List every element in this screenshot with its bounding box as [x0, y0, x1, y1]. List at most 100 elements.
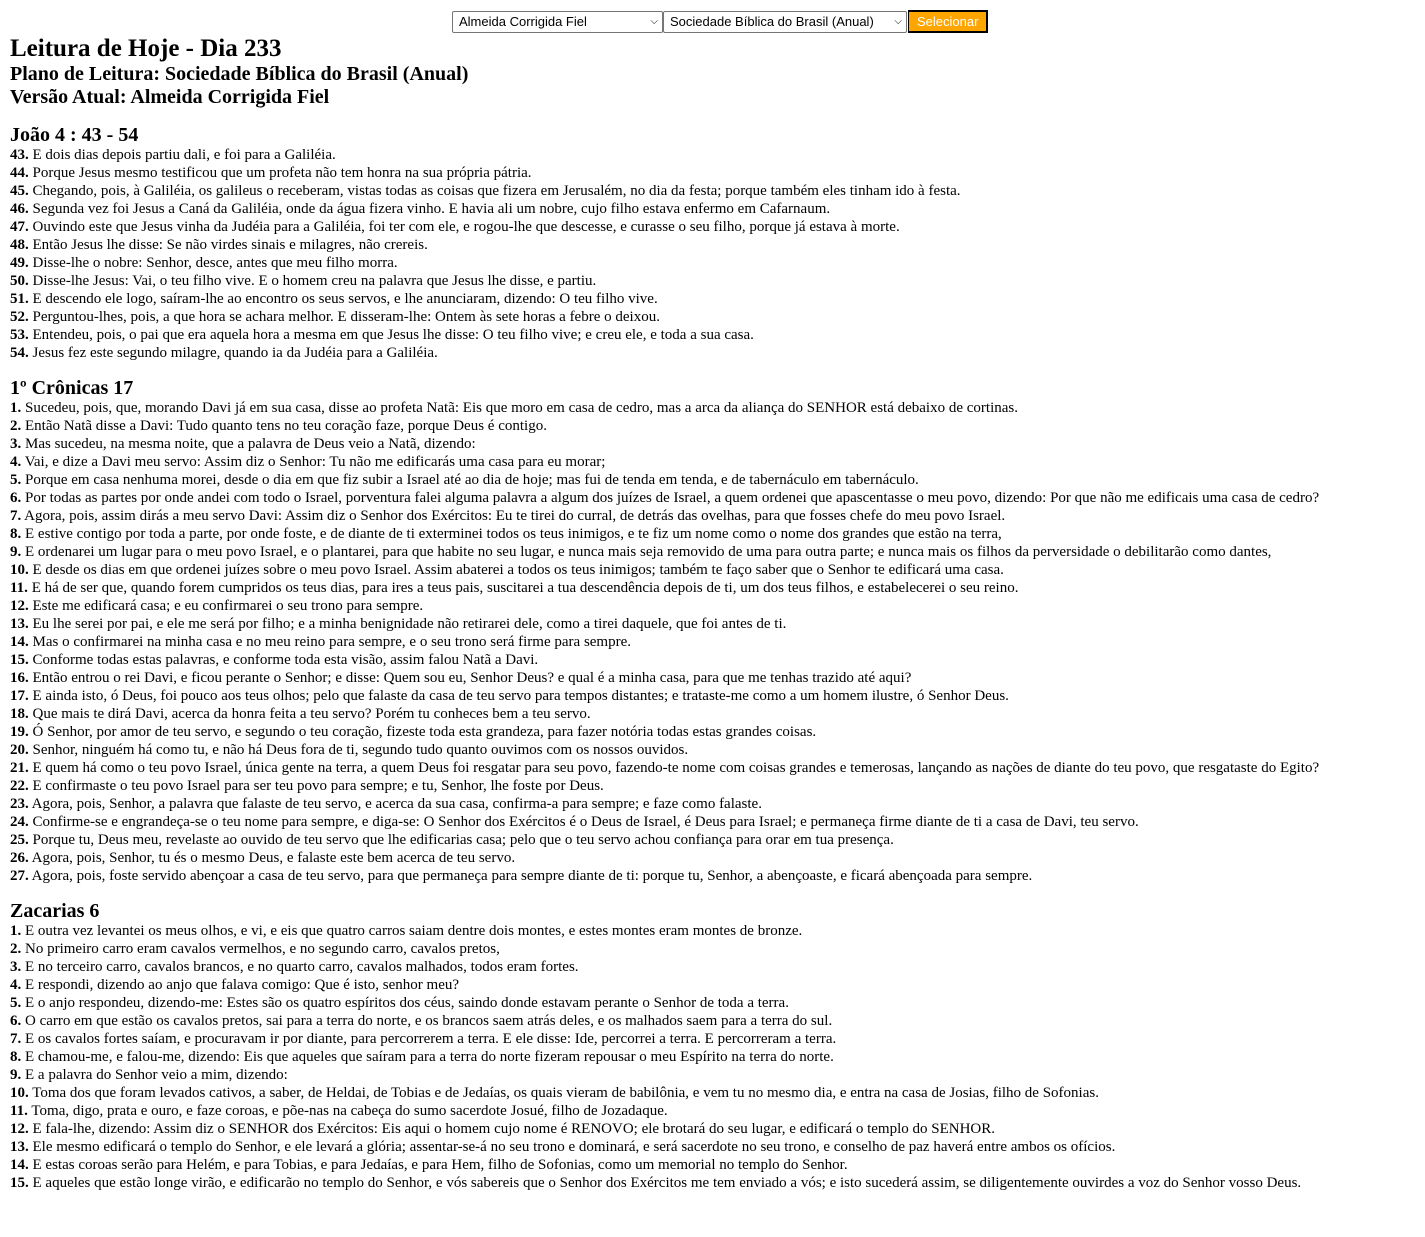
verse-text: E os cavalos fortes saíam, e procuravam …: [21, 1031, 837, 1047]
verse-text: Então Jesus lhe disse: Se não virdes sin…: [28, 237, 428, 253]
verse-text: Ó Senhor, por amor de teu servo, e segun…: [28, 724, 817, 740]
verse-line: 7. Agora, pois, assim dirás a meu servo …: [10, 507, 1420, 525]
verse-line: 18. Que mais te dirá Davi, acerca da hon…: [10, 705, 1420, 723]
verse-text: Então Natã disse a Davi: Tudo quanto ten…: [21, 418, 547, 434]
verse-number: 43.: [10, 147, 29, 163]
verse-text: E fala-lhe, dizendo: Assim diz o SENHOR …: [28, 1121, 996, 1137]
verse-text: E o anjo respondeu, dizendo-me: Estes sã…: [21, 995, 789, 1011]
verse-number: 7.: [10, 1031, 22, 1047]
verse-number: 10.: [10, 562, 29, 578]
verse-line: 51. E descendo ele logo, saíram-lhe ao e…: [10, 290, 1420, 308]
verse-number: 53.: [10, 327, 29, 343]
verse-number: 48.: [10, 237, 29, 253]
reading-plan-label: Plano de Leitura: Sociedade Bíblica do B…: [10, 63, 469, 85]
verse-text: Então entrou o rei Davi, e ficou perante…: [28, 670, 912, 686]
verse-text: Segunda vez foi Jesus a Caná da Galiléia…: [28, 201, 831, 217]
verse-number: 21.: [10, 760, 29, 776]
verse-text: Senhor, ninguém há como tu, e não há Deu…: [28, 742, 689, 758]
plan-select-value: Sociedade Bíblica do Brasil (Anual): [670, 14, 874, 29]
verse-number: 12.: [10, 598, 29, 614]
select-button[interactable]: Selecionar: [908, 10, 989, 33]
verse-number: 26.: [10, 850, 29, 866]
verse-line: 47. Ouvindo este que Jesus vinha da Judé…: [10, 218, 1420, 236]
verse-text: Vai, e dize a Davi meu servo: Assim diz …: [21, 454, 606, 470]
verse-text: Que mais te dirá Davi, acerca da honra f…: [28, 706, 591, 722]
verse-text: Por todas as partes por onde andei com t…: [21, 490, 1320, 506]
reading-title: Zacarias 6: [10, 900, 100, 922]
reading-title: João 4 : 43 - 54: [10, 124, 139, 146]
verse-text: Ouvindo este que Jesus vinha da Judéia p…: [28, 219, 900, 235]
verse-text: Toma dos que foram levados cativos, a sa…: [28, 1085, 1099, 1101]
verse-number: 1.: [10, 923, 22, 939]
verse-text: E quem há como o teu povo Israel, única …: [28, 760, 1320, 776]
verse-text: Entendeu, pois, o pai que era aquela hor…: [28, 327, 754, 343]
verse-text: E dois dias depois partiu dali, e foi pa…: [28, 147, 336, 163]
verse-text: Perguntou-lhes, pois, a que hora se acha…: [28, 309, 660, 325]
verse-line: 8. E chamou-me, e falou-me, dizendo: Eis…: [10, 1048, 1420, 1066]
verse-number: 8.: [10, 526, 22, 542]
verse-line: 15. E aqueles que estão longe virão, e e…: [10, 1174, 1420, 1192]
verse-text: E estas coroas serão para Helém, e para …: [28, 1157, 848, 1173]
verse-number: 45.: [10, 183, 29, 199]
verse-line: 54. Jesus fez este segundo milagre, quan…: [10, 344, 1420, 362]
verse-text: Porque Jesus mesmo testificou que um pro…: [28, 165, 532, 181]
verse-number: 18.: [10, 706, 29, 722]
verse-number: 17.: [10, 688, 29, 704]
verse-line: 25. Porque tu, Deus meu, revelaste ao ou…: [10, 831, 1420, 849]
verse-line: 8. E estive contigo por toda a parte, po…: [10, 525, 1420, 543]
verse-number: 14.: [10, 1157, 29, 1173]
verse-line: 45. Chegando, pois, à Galiléia, os galil…: [10, 182, 1420, 200]
verse-text: Chegando, pois, à Galiléia, os galileus …: [28, 183, 961, 199]
verse-line: 19. Ó Senhor, por amor de teu servo, e s…: [10, 723, 1420, 741]
verse-line: 1. E outra vez levantei os meus olhos, e…: [10, 922, 1420, 940]
verse-number: 11.: [10, 1103, 28, 1119]
verse-text: Disse-lhe Jesus: Vai, o teu filho vive. …: [28, 273, 597, 289]
plan-select[interactable]: Sociedade Bíblica do Brasil (Anual) ⌵: [663, 10, 907, 33]
verse-text: Eu lhe serei por pai, e ele me será por …: [28, 616, 787, 632]
verse-line: 46. Segunda vez foi Jesus a Caná da Gali…: [10, 200, 1420, 218]
verse-text: Conforme todas estas palavras, e conform…: [28, 652, 539, 668]
verse-line: 3. E no terceiro carro, cavalos brancos,…: [10, 958, 1420, 976]
verse-number: 1.: [10, 400, 22, 416]
verse-number: 27.: [10, 868, 29, 884]
verse-line: 20. Senhor, ninguém há como tu, e não há…: [10, 741, 1420, 759]
verse-number: 8.: [10, 1049, 22, 1065]
verse-text: E outra vez levantei os meus olhos, e vi…: [21, 923, 803, 939]
verse-text: Agora, pois, Senhor, a palavra que falas…: [28, 796, 762, 812]
verse-number: 52.: [10, 309, 29, 325]
chevron-down-icon: ⌵: [894, 16, 902, 27]
verse-line: 52. Perguntou-lhes, pois, a que hora se …: [10, 308, 1420, 326]
verse-number: 20.: [10, 742, 29, 758]
verse-line: 44. Porque Jesus mesmo testificou que um…: [10, 164, 1420, 182]
verse-number: 7.: [10, 508, 22, 524]
version-select[interactable]: Almeida Corrigida Fiel ⌵: [452, 10, 663, 33]
verse-text: E estive contigo por toda a parte, por o…: [21, 526, 1002, 542]
verse-line: 9. E a palavra do Senhor veio a mim, diz…: [10, 1066, 1420, 1084]
verse-number: 19.: [10, 724, 29, 740]
verse-text: Toma, digo, prata e ouro, e faze coroas,…: [27, 1103, 668, 1119]
verse-text: E a palavra do Senhor veio a mim, dizend…: [21, 1067, 288, 1083]
selection-form: Almeida Corrigida Fiel ⌵ Sociedade Bíbli…: [452, 10, 989, 33]
verse-number: 46.: [10, 201, 29, 217]
verse-line: 1. Sucedeu, pois, que, morando Davi já e…: [10, 399, 1420, 417]
verse-text: E respondi, dizendo ao anjo que falava c…: [21, 977, 460, 993]
verse-line: 14. Mas o confirmarei na minha casa e no…: [10, 633, 1420, 651]
verse-number: 2.: [10, 941, 22, 957]
verse-text: E ainda isto, ó Deus, foi pouco aos teus…: [28, 688, 1009, 704]
verse-number: 13.: [10, 616, 29, 632]
verse-line: 24. Confirme-se e engrandeça-se o teu no…: [10, 813, 1420, 831]
verse-number: 54.: [10, 345, 29, 361]
reading-title: 1º Crônicas 17: [10, 377, 134, 399]
verse-line: 53. Entendeu, pois, o pai que era aquela…: [10, 326, 1420, 344]
verse-line: 27. Agora, pois, foste servido abençoar …: [10, 867, 1420, 885]
verse-line: 49. Disse-lhe o nobre: Senhor, desce, an…: [10, 254, 1420, 272]
verse-line: 15. Conforme todas estas palavras, e con…: [10, 651, 1420, 669]
verse-text: Este me edificará casa; e eu confirmarei…: [28, 598, 424, 614]
verse-text: E confirmaste o teu povo Israel para ser…: [28, 778, 604, 794]
verse-text: E há de ser que, quando forem cumpridos …: [27, 580, 1019, 596]
verse-line: 2. No primeiro carro eram cavalos vermel…: [10, 940, 1420, 958]
verse-number: 51.: [10, 291, 29, 307]
verse-line: 7. E os cavalos fortes saíam, e procurav…: [10, 1030, 1420, 1048]
verse-number: 5.: [10, 995, 22, 1011]
verse-number: 24.: [10, 814, 29, 830]
